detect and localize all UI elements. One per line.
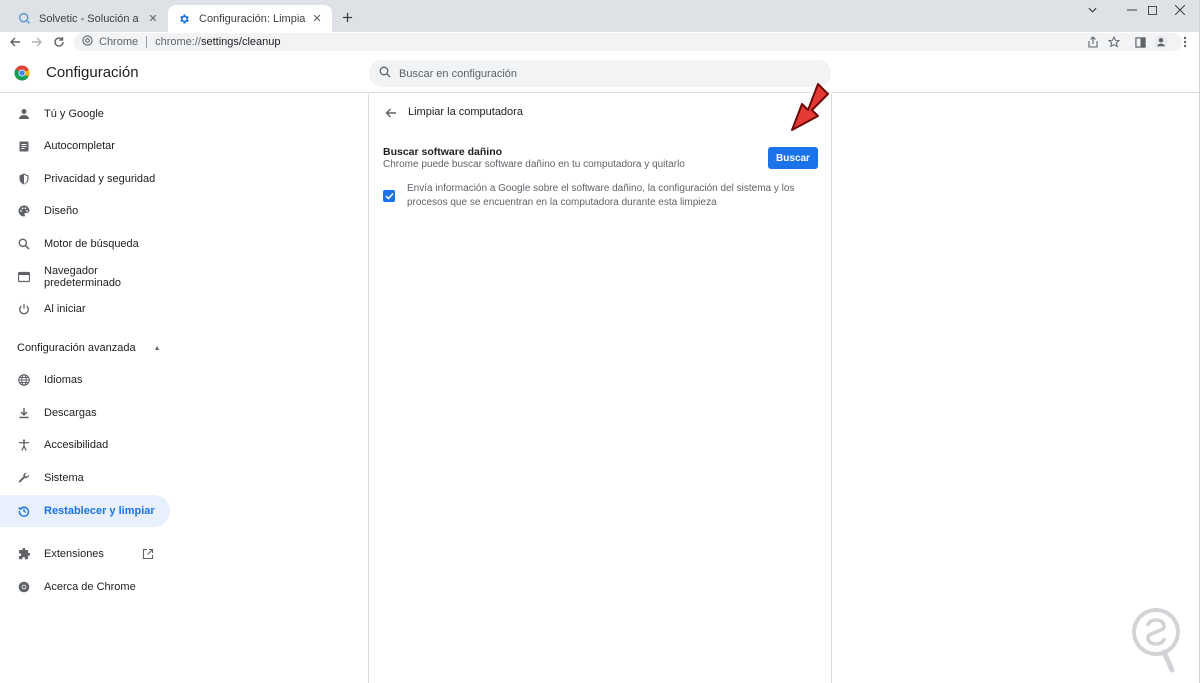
- section-label: Configuración avanzada: [17, 342, 136, 354]
- sidebar-item-about-chrome[interactable]: Acerca de Chrome: [0, 571, 170, 603]
- puzzle-icon: [17, 547, 31, 561]
- shield-icon: [17, 172, 31, 186]
- url-path: settings/cleanup: [200, 36, 281, 48]
- red-annotation-arrow-icon: [791, 83, 829, 131]
- forward-icon[interactable]: [28, 33, 46, 51]
- sidebar-item-autofill[interactable]: Autocompletar: [0, 130, 170, 162]
- omnibox-url: chrome://settings/cleanup: [155, 36, 280, 48]
- chrome-logo-icon: [14, 65, 30, 81]
- sidebar-item-accessibility[interactable]: Accesibilidad: [0, 429, 170, 461]
- gear-icon: [176, 11, 192, 27]
- subpage-title: Limpiar la computadora: [408, 106, 523, 118]
- sidebar-item-label: Extensiones: [44, 548, 104, 560]
- chrome-outline-icon: [17, 580, 31, 594]
- settings-search-input[interactable]: [399, 67, 799, 80]
- tab-solvetic[interactable]: Solvetic - Solución a los problem ✕: [8, 5, 168, 32]
- sidebar-item-default-browser[interactable]: Navegador predeterminado: [0, 261, 170, 293]
- profile-avatar-icon[interactable]: [1152, 33, 1170, 51]
- sidebar-item-extensions[interactable]: Extensiones: [0, 538, 170, 570]
- sidebar-item-system[interactable]: Sistema: [0, 462, 170, 494]
- close-window-icon[interactable]: [1160, 0, 1200, 20]
- scan-row-title: Buscar software dañino: [383, 146, 503, 158]
- power-icon: [17, 302, 31, 316]
- sidebar-item-label: Descargas: [44, 407, 97, 419]
- wrench-icon: [17, 471, 31, 485]
- scan-row-description: Chrome puede buscar software dañino en t…: [383, 159, 685, 170]
- open-in-new-icon[interactable]: [142, 548, 154, 560]
- settings-search-box[interactable]: [369, 60, 831, 87]
- new-tab-plus-icon[interactable]: [338, 8, 356, 26]
- side-panel-icon[interactable]: [1131, 33, 1149, 51]
- chrome-site-icon: [82, 35, 93, 49]
- solvetic-favicon-icon: [16, 11, 32, 27]
- accessibility-icon: [17, 438, 31, 452]
- sidebar-item-label: Al iniciar: [44, 303, 86, 315]
- tab-strip: Solvetic - Solución a los problem ✕ Conf…: [0, 0, 1200, 32]
- sidebar-item-downloads[interactable]: Descargas: [0, 397, 170, 429]
- menu-kebab-icon[interactable]: [1176, 33, 1194, 51]
- url-scheme: chrome://: [155, 36, 201, 48]
- report-checkbox[interactable]: [383, 190, 395, 202]
- sidebar-item-label: Restablecer y limpiar: [44, 505, 155, 517]
- report-checkbox-label: Envía información a Google sobre el soft…: [407, 183, 795, 208]
- tab-title: Configuración: Limpiar la compu: [199, 12, 306, 25]
- browser-toolbar: Chrome chrome://settings/cleanup: [0, 32, 1200, 52]
- search-icon: [379, 66, 391, 81]
- globe-icon: [17, 373, 31, 387]
- sidebar-item-privacy[interactable]: Privacidad y seguridad: [0, 163, 170, 195]
- sidebar-section-advanced[interactable]: Configuración avanzada ▲: [17, 342, 161, 354]
- sidebar-item-on-startup[interactable]: Al iniciar: [0, 293, 170, 325]
- sidebar-item-languages[interactable]: Idiomas: [0, 364, 170, 396]
- collapse-caret-icon: ▲: [153, 344, 161, 352]
- sidebar-item-label: Motor de búsqueda: [44, 238, 139, 250]
- search-icon: [17, 237, 31, 251]
- tab-settings[interactable]: Configuración: Limpiar la compu ✕: [168, 5, 332, 32]
- download-icon: [17, 406, 31, 420]
- person-icon: [17, 107, 31, 121]
- browser-icon: [17, 270, 31, 284]
- tab-title: Solvetic - Solución a los problem: [39, 12, 142, 25]
- settings-sidebar: Tú y Google Autocompletar Privacidad y s…: [0, 94, 180, 683]
- sidebar-item-reset-and-cleanup[interactable]: Restablecer y limpiar: [0, 495, 170, 527]
- palette-icon: [17, 204, 31, 218]
- tab-search-chevron-icon[interactable]: [1072, 0, 1112, 20]
- clipboard-icon: [17, 139, 31, 153]
- sidebar-item-you-and-google[interactable]: Tú y Google: [0, 98, 170, 130]
- sidebar-item-label: Diseño: [44, 205, 79, 217]
- back-arrow-icon[interactable]: [383, 105, 399, 121]
- address-bar[interactable]: Chrome chrome://settings/cleanup: [74, 33, 1182, 51]
- restore-icon: [17, 504, 31, 518]
- sidebar-item-label: Accesibilidad: [44, 439, 109, 451]
- checkmark-icon: [384, 192, 394, 200]
- sidebar-item-label: Idiomas: [44, 374, 83, 386]
- sidebar-item-label: Acerca de Chrome: [44, 581, 136, 593]
- page-title: Configuración: [46, 64, 139, 81]
- sidebar-item-appearance[interactable]: Diseño: [0, 195, 170, 227]
- sidebar-item-label: Autocompletar: [44, 140, 115, 152]
- bookmark-star-icon[interactable]: [1105, 33, 1123, 51]
- cleanup-page-card: Limpiar la computadora Buscar software d…: [368, 94, 832, 683]
- omnibox-separator: [146, 36, 148, 48]
- sidebar-item-label: Tú y Google: [44, 108, 104, 120]
- sidebar-item-label: Sistema: [44, 472, 84, 484]
- sidebar-item-label: Privacidad y seguridad: [44, 173, 156, 185]
- tab-close-icon[interactable]: ✕: [310, 12, 324, 26]
- back-icon[interactable]: [6, 33, 24, 51]
- scan-button[interactable]: Buscar: [768, 147, 818, 169]
- omnibox-site-label: Chrome: [99, 36, 139, 48]
- sidebar-item-label: Navegador predeterminado: [44, 265, 122, 289]
- settings-header: Configuración: [0, 53, 1200, 93]
- solvetic-watermark-icon: [1132, 608, 1180, 673]
- reload-icon[interactable]: [50, 33, 68, 51]
- sidebar-item-search-engine[interactable]: Motor de búsqueda: [0, 228, 170, 260]
- tab-close-icon[interactable]: ✕: [146, 12, 160, 26]
- share-icon[interactable]: [1084, 33, 1102, 51]
